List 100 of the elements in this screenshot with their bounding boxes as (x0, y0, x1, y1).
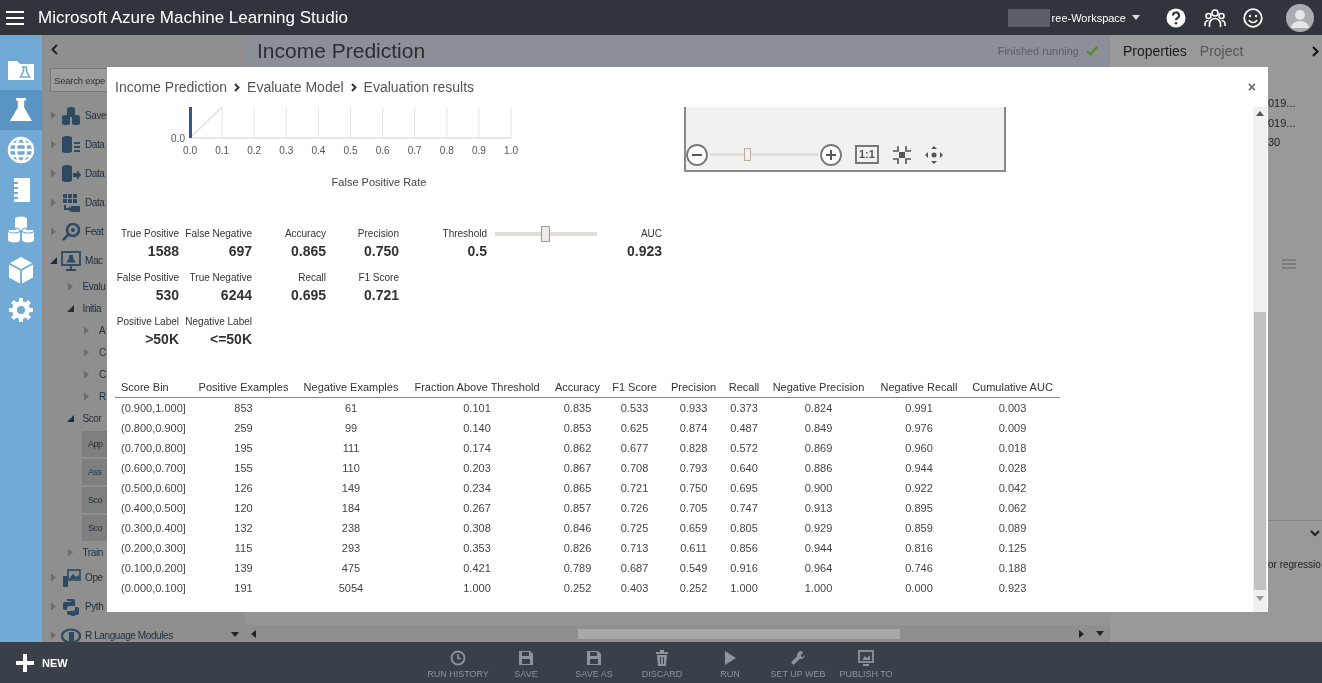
table-cell-text: 0.929 (803, 521, 834, 536)
scroll-up-arrow-icon[interactable] (1256, 111, 1264, 116)
caret-icon[interactable] (1132, 15, 1140, 20)
slider-thumb[interactable] (541, 226, 550, 242)
metric-value: 697 (228, 242, 252, 261)
collapsed-arrow-icon[interactable] (50, 169, 57, 178)
table-cell-text: 0.708 (619, 461, 650, 476)
collapsed-arrow-icon[interactable] (66, 547, 74, 557)
people-icon[interactable] (1204, 7, 1226, 28)
metric-value: 1588 (147, 242, 179, 261)
table-cell-text: (0.000,0.100] (120, 581, 187, 596)
module-description: or regressio (1268, 559, 1321, 570)
panel-tab[interactable]: Properties (1123, 43, 1187, 59)
menu-icon[interactable] (6, 10, 24, 25)
table-cell-text: 0.846 (562, 521, 593, 536)
table-cell-text: 0.267 (462, 501, 492, 516)
nav-item[interactable] (0, 90, 42, 130)
zoom-in-button[interactable] (820, 144, 842, 166)
table-cell-text: 0.725 (619, 521, 650, 536)
save-as-button[interactable]: SAVE AS (560, 642, 628, 683)
chevron-right-icon[interactable] (1312, 45, 1319, 57)
panel-tab[interactable]: Project (1199, 43, 1244, 59)
metric-label: Positive Label (116, 315, 179, 329)
avatar-icon[interactable] (1286, 3, 1314, 32)
help-icon[interactable] (1166, 7, 1186, 28)
new-button[interactable]: NEW (16, 653, 68, 672)
table-cell: 0.373 (724, 397, 764, 418)
pan-icon[interactable] (923, 145, 944, 165)
clock-icon (450, 650, 466, 666)
actual-size-button[interactable]: 1:1 (855, 145, 879, 164)
tree-item[interactable]: Save (85, 110, 107, 121)
tree-item[interactable]: Initia (82, 302, 102, 314)
scroll-down-arrow-icon[interactable] (1256, 596, 1264, 601)
table-cell-text: 0.853 (562, 421, 593, 436)
scroll-down-arrow-icon[interactable] (231, 632, 239, 637)
tree-item[interactable]: Ope (85, 572, 103, 583)
column-header: Negative Recall (873, 376, 965, 398)
breadcrumb-link[interactable]: Income Prediction (115, 79, 228, 95)
tree-item[interactable]: Evalu (82, 280, 106, 292)
scrollbar-thumb[interactable] (1254, 312, 1266, 590)
scroll-right-arrow-icon[interactable] (1079, 629, 1084, 638)
fit-to-screen-icon[interactable] (891, 145, 912, 165)
run-button[interactable]: RUN (696, 642, 764, 683)
chevron-down-icon[interactable] (1310, 530, 1320, 537)
tick-label: 0.4 (311, 145, 326, 156)
table-cell-text: 0.611 (679, 541, 708, 556)
collapsed-arrow-icon[interactable] (66, 281, 74, 291)
tree-item[interactable]: Pyth (85, 601, 104, 612)
tree-item[interactable]: C (99, 346, 106, 358)
metric-label: Threshold (442, 227, 487, 241)
close-button[interactable]: × (1247, 79, 1256, 95)
collapsed-arrow-icon[interactable] (50, 111, 57, 120)
collapsed-arrow-icon[interactable] (50, 573, 57, 582)
collapsed-arrow-icon[interactable] (50, 631, 57, 640)
breadcrumb-link[interactable]: Evaluate Model (247, 79, 344, 95)
collapsed-arrow-icon[interactable] (50, 140, 57, 149)
collapsed-arrow-icon[interactable] (50, 198, 57, 207)
scrollbar-thumb[interactable] (578, 628, 900, 639)
zoom-out-button[interactable] (686, 144, 708, 166)
metric-value: 6244 (220, 286, 252, 305)
table-cell-text: 184 (340, 501, 362, 516)
tree-item[interactable]: Train (82, 546, 103, 558)
table-cell-text: 1.000 (462, 581, 492, 596)
save-button[interactable]: SAVE (492, 642, 560, 683)
tree-item[interactable]: Feat (85, 226, 104, 237)
collapsed-arrow-icon[interactable] (83, 347, 90, 357)
tree-item[interactable]: Data (85, 139, 105, 150)
table-cell-text: 0.353 (462, 541, 492, 556)
tick-label: 0.0 (183, 145, 197, 156)
drag-handle-icon[interactable] (1282, 258, 1296, 269)
discard-changes-button[interactable]: DISCARD (628, 642, 696, 683)
expanded-arrow-icon[interactable] (66, 304, 74, 312)
set-up-web-service-button[interactable]: SET UP WEB (764, 642, 832, 683)
collapsed-arrow-icon[interactable] (50, 602, 57, 611)
tree-item[interactable]: A (99, 324, 106, 336)
expanded-arrow-icon[interactable] (66, 414, 74, 422)
collapsed-arrow-icon[interactable] (50, 227, 57, 236)
scroll-down-arrow-icon[interactable] (1096, 631, 1104, 636)
table-cell-text: 0.089 (997, 521, 1028, 536)
run-history-button[interactable]: RUN HISTORY (424, 642, 492, 683)
slider-thumb[interactable] (743, 148, 751, 161)
tree-item[interactable]: R Language Modules (85, 630, 173, 641)
tree-item[interactable]: Mac (85, 255, 103, 266)
tree-item[interactable]: Data (85, 168, 105, 179)
expanded-arrow-icon[interactable] (50, 257, 57, 264)
collapsed-arrow-icon[interactable] (83, 369, 90, 379)
collapsed-arrow-icon[interactable] (83, 391, 90, 401)
tree-item[interactable]: R (99, 390, 106, 402)
workspace-name[interactable]: ree-Workspace (1051, 11, 1126, 24)
tree-item[interactable]: Data (85, 197, 105, 208)
table-cell: 0.991 (873, 397, 965, 418)
table-cell: (0.900,1.000] (115, 397, 190, 418)
redaction-block (1007, 8, 1050, 27)
collapsed-arrow-icon[interactable] (83, 325, 90, 335)
scroll-left-arrow-icon[interactable] (251, 629, 256, 638)
smiley-icon[interactable] (1243, 7, 1263, 28)
tree-item[interactable]: Scor (82, 412, 102, 424)
chevron-left-icon[interactable] (51, 43, 58, 55)
tree-item[interactable]: C (99, 368, 106, 380)
publish-to-gallery-button[interactable]: PUBLISH TO (832, 642, 900, 683)
